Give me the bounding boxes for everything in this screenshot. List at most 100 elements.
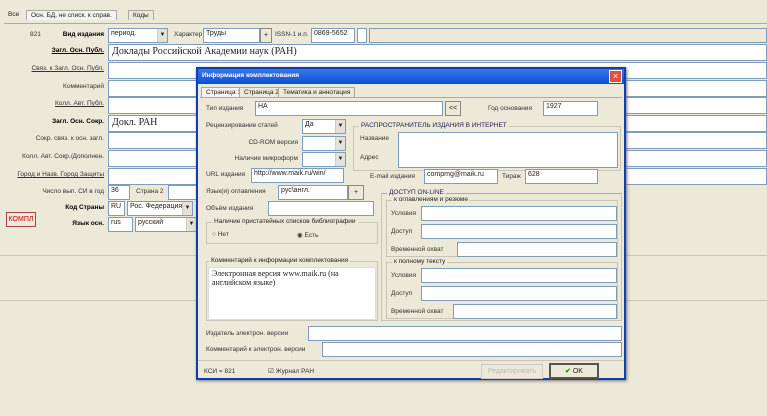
radio-no[interactable]: ○ Нет	[212, 231, 229, 238]
country2-input[interactable]	[168, 185, 198, 200]
pub-type-input[interactable]: НА	[255, 101, 443, 116]
biblio-group: Наличие пристатейных списков библиографи…	[206, 218, 378, 244]
volume-input[interactable]	[268, 201, 374, 216]
lang-value: русский	[138, 219, 164, 226]
journal-checkbox-label: Журнал РАН	[275, 368, 315, 375]
toc-lang-input[interactable]: рус\англ.	[278, 185, 348, 200]
fulltext-access-title: к полному тексту	[392, 258, 448, 265]
cdrom-label: CD-ROM версия	[248, 139, 298, 146]
address-label: Адрес	[360, 154, 379, 161]
distributor-group: РАСПРОСТРАНИТЕЛЬ ИЗДАНИЯ В ИНТЕРНЕТ Назв…	[353, 122, 621, 171]
epub-label: Издатель электрон. версии	[206, 330, 289, 337]
email-label: E-mail издания	[370, 173, 415, 180]
full-time-input[interactable]	[453, 304, 617, 319]
issues-label: Число вып. СИ в год	[42, 188, 104, 195]
back-button[interactable]: <<	[445, 101, 461, 116]
character-add-button[interactable]: +	[260, 28, 272, 43]
type-select[interactable]: период. ▼	[108, 28, 168, 43]
circulation-input[interactable]: 628	[525, 169, 598, 184]
country-code-label: Код Страны	[65, 204, 104, 211]
country2-label: Страна 2	[136, 188, 164, 195]
chevron-down-icon: ▼	[182, 202, 192, 215]
volume-label: Объём издания	[206, 205, 254, 212]
toc-access-group: к оглавлениям и резюме Условия Доступ Вр…	[386, 196, 618, 257]
divider	[200, 97, 622, 98]
online-group: ДОСТУП ON-LINE к оглавлениям и резюме Ус…	[381, 189, 622, 321]
ksi-label: КСИ = 821	[204, 368, 236, 375]
type-value: период.	[111, 30, 137, 37]
issues-input[interactable]: 36	[108, 185, 130, 200]
tab-all[interactable]: Все	[4, 10, 23, 19]
chevron-down-icon: ▼	[157, 29, 167, 42]
type-extra-input[interactable]	[369, 28, 767, 43]
issn-input[interactable]: 0869-5652	[311, 28, 355, 43]
ok-label: OK	[572, 368, 583, 375]
issn-label: ISSN-1 и.п.	[275, 31, 309, 38]
dialog-title-bar: Информация комплектования ×	[198, 69, 624, 84]
issn-extra-input[interactable]	[357, 28, 367, 43]
country-code-input[interactable]: RU	[108, 201, 125, 216]
name-label: Название	[360, 135, 390, 142]
chevron-down-icon: ▼	[335, 153, 345, 166]
url-input[interactable]: http://www.maik.ru/win/	[251, 168, 344, 183]
row-label: Колл. Авт. Сокр./Дополнен.	[22, 153, 104, 160]
divider	[198, 360, 624, 361]
radio-no-label: Нет	[217, 231, 229, 238]
access-label: Доступ	[391, 290, 413, 297]
chevron-down-icon: ▼	[186, 218, 196, 231]
issn-value: 0869-5652	[314, 30, 348, 37]
name-input[interactable]	[398, 132, 618, 168]
radio-yes[interactable]: ◉ Есть	[297, 231, 318, 239]
row-label: Колл. Авт. Публ.	[55, 100, 104, 107]
compl-button[interactable]: КОМПЛ	[6, 212, 36, 227]
chevron-down-icon: ▼	[335, 137, 345, 150]
close-icon[interactable]: ×	[609, 70, 622, 83]
lang-code-input[interactable]: rus	[108, 217, 133, 232]
title-main-input[interactable]: Доклады Российской Академии наук (РАН)	[108, 44, 767, 61]
country-select[interactable]: Рос. Федерация ▼	[127, 201, 193, 216]
epub-input[interactable]	[308, 326, 622, 341]
journal-checkbox[interactable]: ☑ Журнал РАН	[268, 367, 314, 375]
review-select[interactable]: Да ▼	[302, 119, 346, 134]
distributor-group-title: РАСПРОСТРАНИТЕЛЬ ИЗДАНИЯ В ИНТЕРНЕТ	[359, 122, 509, 129]
edit-button[interactable]: Редактировать	[481, 364, 543, 379]
row-label: Сокр. связ. к осн. загл.	[35, 135, 104, 142]
full-access-input[interactable]	[421, 286, 617, 301]
cdrom-select[interactable]: ▼	[302, 136, 346, 151]
main-tabs: Все Осн. БД, не списк. к справ. Коды	[4, 10, 204, 23]
toc-cond-input[interactable]	[421, 206, 617, 221]
checkmark-icon: ✔	[565, 368, 571, 375]
character-input[interactable]: Труды	[203, 28, 260, 43]
ok-button[interactable]: ✔ OK	[549, 363, 599, 379]
lang-select[interactable]: русский ▼	[135, 217, 197, 232]
ecomment-label: Комментарий к электрон. версии	[206, 346, 306, 353]
chevron-down-icon: ▼	[335, 120, 345, 133]
micro-select[interactable]: ▼	[302, 152, 346, 167]
year-input[interactable]: 1927	[543, 101, 598, 116]
online-group-title: ДОСТУП ON-LINE	[387, 189, 446, 196]
pub-type-label: Тип издания	[206, 105, 244, 112]
cond-label: Условия	[391, 272, 417, 279]
time-label: Временной охват	[391, 308, 444, 315]
url-label: URL издания	[206, 171, 246, 178]
full-cond-input[interactable]	[421, 268, 617, 283]
tab-topics[interactable]: Тематика и аннотация	[278, 87, 356, 97]
row-label: Загл. Осн. Сокр.	[52, 118, 104, 125]
dialog-title: Информация комплектования	[202, 72, 299, 79]
acquisition-dialog: Информация комплектования × Страница 1 С…	[196, 67, 626, 380]
tab-main-db[interactable]: Осн. БД, не списк. к справ.	[26, 10, 117, 20]
tab-codes[interactable]: Коды	[128, 10, 154, 20]
toc-time-input[interactable]	[457, 242, 617, 257]
toc-access-title: к оглавлениям и резюме	[392, 196, 471, 203]
row-label: Город и Назв. Город Защиты	[17, 171, 104, 178]
review-label: Рецензирование статей	[206, 122, 278, 129]
biblio-group-title: Наличие пристатейных списков библиографи…	[212, 218, 358, 225]
toc-lang-add-button[interactable]: +	[348, 185, 364, 200]
comment-textarea[interactable]: Электронная версия www.maik.ru (на англи…	[208, 267, 376, 320]
email-input[interactable]: compmg@maik.ru	[424, 169, 498, 184]
access-label: Доступ	[391, 228, 413, 235]
ecomment-input[interactable]	[322, 342, 622, 357]
toc-access-input[interactable]	[421, 224, 617, 239]
time-label: Временной охват	[391, 246, 444, 253]
character-value: Труды	[206, 30, 227, 37]
